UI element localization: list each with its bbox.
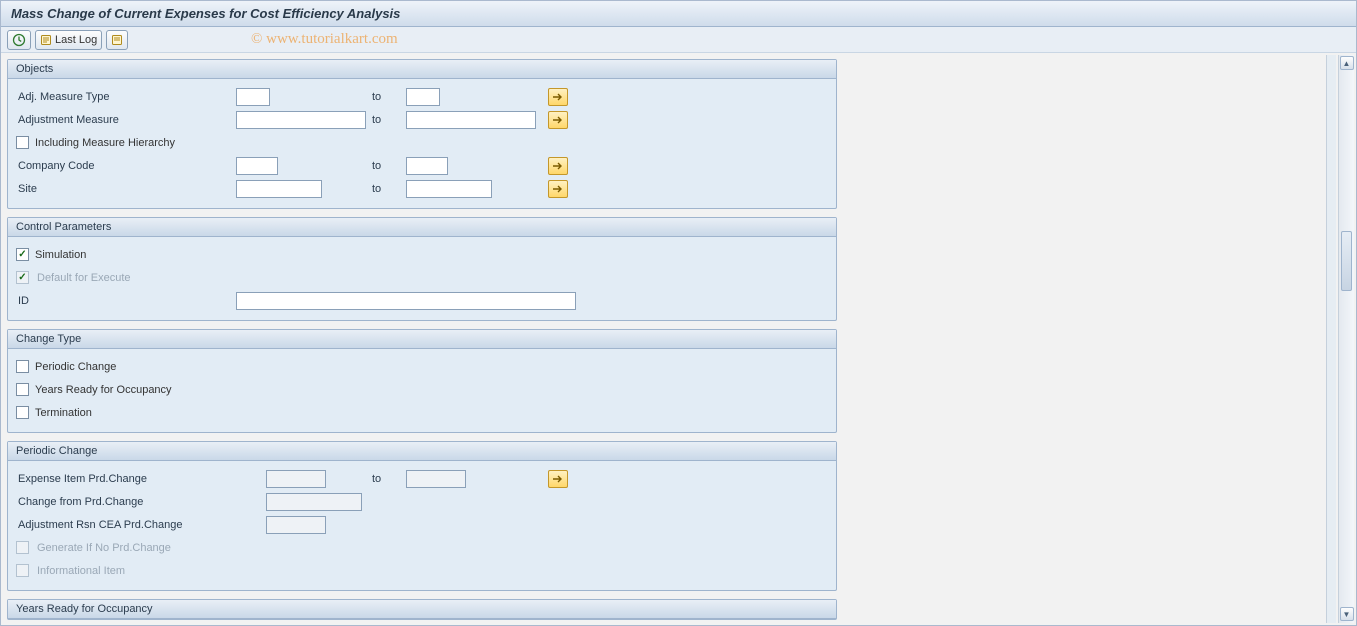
input-id[interactable]	[236, 292, 576, 310]
input-company-code-low[interactable]	[236, 157, 278, 175]
checkbox-termination[interactable]	[16, 406, 29, 419]
row-periodic-change-chk: Periodic Change	[16, 355, 828, 378]
row-id: ID	[16, 289, 828, 312]
label-change-from: Change from Prd.Change	[16, 496, 266, 508]
scroll-up-button[interactable]: ▲	[1340, 56, 1354, 70]
scroll-track[interactable]	[1339, 71, 1354, 607]
group-change-type: Change Type Periodic Change Years Ready …	[7, 329, 837, 433]
label-including-hierarchy: Including Measure Hierarchy	[35, 137, 175, 149]
vertical-scrollbar[interactable]: ▲ ▼	[1338, 55, 1354, 623]
label-generate-if-no: Generate If No Prd.Change	[35, 542, 171, 554]
to-label: to	[366, 91, 406, 103]
input-expense-item-high[interactable]	[406, 470, 466, 488]
input-adj-rsn[interactable]	[266, 516, 326, 534]
group-body-control: Simulation Default for Execute ID	[8, 237, 836, 320]
row-adjustment-measure: Adjustment Measure to	[16, 108, 828, 131]
group-body-periodic: Expense Item Prd.Change to Change from P…	[8, 461, 836, 590]
group-header-objects: Objects	[8, 60, 836, 79]
label-adjustment-measure: Adjustment Measure	[16, 114, 236, 126]
checkbox-default-execute	[16, 271, 29, 284]
input-adjustment-measure-low[interactable]	[236, 111, 366, 129]
clock-execute-icon	[12, 33, 26, 47]
row-including-hierarchy: Including Measure Hierarchy	[16, 131, 828, 154]
group-header-years-ready: Years Ready for Occupancy	[8, 600, 836, 619]
input-company-code-high[interactable]	[406, 157, 448, 175]
checkbox-years-ready[interactable]	[16, 383, 29, 396]
group-control-parameters: Control Parameters Simulation Default fo…	[7, 217, 837, 321]
multiselect-company-code[interactable]	[548, 157, 568, 175]
input-adjustment-measure-high[interactable]	[406, 111, 536, 129]
input-change-from[interactable]	[266, 493, 362, 511]
row-termination-chk: Termination	[16, 401, 828, 424]
get-variant-button[interactable]	[106, 30, 128, 50]
label-adj-measure-type: Adj. Measure Type	[16, 91, 236, 103]
label-periodic-change-chk: Periodic Change	[35, 361, 116, 373]
app-window: Mass Change of Current Expenses for Cost…	[0, 0, 1357, 626]
watermark-text: © www.tutorialkart.com	[251, 31, 398, 48]
row-site: Site to	[16, 177, 828, 200]
row-change-from: Change from Prd.Change	[16, 490, 828, 513]
title-bar: Mass Change of Current Expenses for Cost…	[1, 1, 1356, 27]
label-company-code: Company Code	[16, 160, 236, 172]
row-informational-item: Informational Item	[16, 559, 828, 582]
group-header-change-type: Change Type	[8, 330, 836, 349]
label-default-execute: Default for Execute	[35, 272, 131, 284]
to-label: to	[366, 183, 406, 195]
multiselect-adjustment-measure[interactable]	[548, 111, 568, 129]
group-header-control: Control Parameters	[8, 218, 836, 237]
group-years-ready: Years Ready for Occupancy	[7, 599, 837, 620]
group-objects: Objects Adj. Measure Type to Adjustment	[7, 59, 837, 209]
group-header-periodic: Periodic Change	[8, 442, 836, 461]
row-default-execute: Default for Execute	[16, 266, 828, 289]
input-adj-measure-type-low[interactable]	[236, 88, 270, 106]
checkbox-including-hierarchy[interactable]	[16, 136, 29, 149]
label-informational-item: Informational Item	[35, 565, 125, 577]
last-log-button[interactable]: Last Log	[35, 30, 102, 50]
content-area: ▲ ▼ Objects Adj. Measure Type to	[3, 55, 1354, 623]
label-termination-chk: Termination	[35, 407, 92, 419]
variant-icon	[111, 34, 123, 46]
label-adj-rsn: Adjustment Rsn CEA Prd.Change	[16, 519, 266, 531]
row-generate-if-no: Generate If No Prd.Change	[16, 536, 828, 559]
row-expense-item: Expense Item Prd.Change to	[16, 467, 828, 490]
checkbox-periodic-change[interactable]	[16, 360, 29, 373]
row-adj-rsn: Adjustment Rsn CEA Prd.Change	[16, 513, 828, 536]
scroll-thumb[interactable]	[1341, 231, 1352, 291]
execute-button[interactable]	[7, 30, 31, 50]
multiselect-expense-item[interactable]	[548, 470, 568, 488]
row-adj-measure-type: Adj. Measure Type to	[16, 85, 828, 108]
application-toolbar: Last Log © www.tutorialkart.com	[1, 27, 1356, 53]
group-body-objects: Adj. Measure Type to Adjustment Measure …	[8, 79, 836, 208]
label-simulation: Simulation	[35, 249, 86, 261]
form-scroll-region: Objects Adj. Measure Type to Adjustment	[3, 55, 1336, 623]
to-label: to	[366, 114, 406, 126]
checkbox-informational-item	[16, 564, 29, 577]
to-label: to	[366, 473, 406, 485]
label-site: Site	[16, 183, 236, 195]
checkbox-simulation[interactable]	[16, 248, 29, 261]
input-site-high[interactable]	[406, 180, 492, 198]
group-periodic-change: Periodic Change Expense Item Prd.Change …	[7, 441, 837, 591]
input-adj-measure-type-high[interactable]	[406, 88, 440, 106]
checkbox-generate-if-no	[16, 541, 29, 554]
group-body-change-type: Periodic Change Years Ready for Occupanc…	[8, 349, 836, 432]
to-label: to	[366, 160, 406, 172]
input-site-low[interactable]	[236, 180, 322, 198]
last-log-label: Last Log	[55, 34, 97, 46]
row-years-ready-chk: Years Ready for Occupancy	[16, 378, 828, 401]
label-id: ID	[16, 295, 236, 307]
label-years-ready-chk: Years Ready for Occupancy	[35, 384, 172, 396]
log-icon	[40, 34, 52, 46]
page-title: Mass Change of Current Expenses for Cost…	[11, 6, 400, 21]
row-simulation: Simulation	[16, 243, 828, 266]
multiselect-adj-measure-type[interactable]	[548, 88, 568, 106]
row-company-code: Company Code to	[16, 154, 828, 177]
multiselect-site[interactable]	[548, 180, 568, 198]
label-expense-item: Expense Item Prd.Change	[16, 473, 266, 485]
scroll-down-button[interactable]: ▼	[1340, 607, 1354, 621]
input-expense-item-low[interactable]	[266, 470, 326, 488]
